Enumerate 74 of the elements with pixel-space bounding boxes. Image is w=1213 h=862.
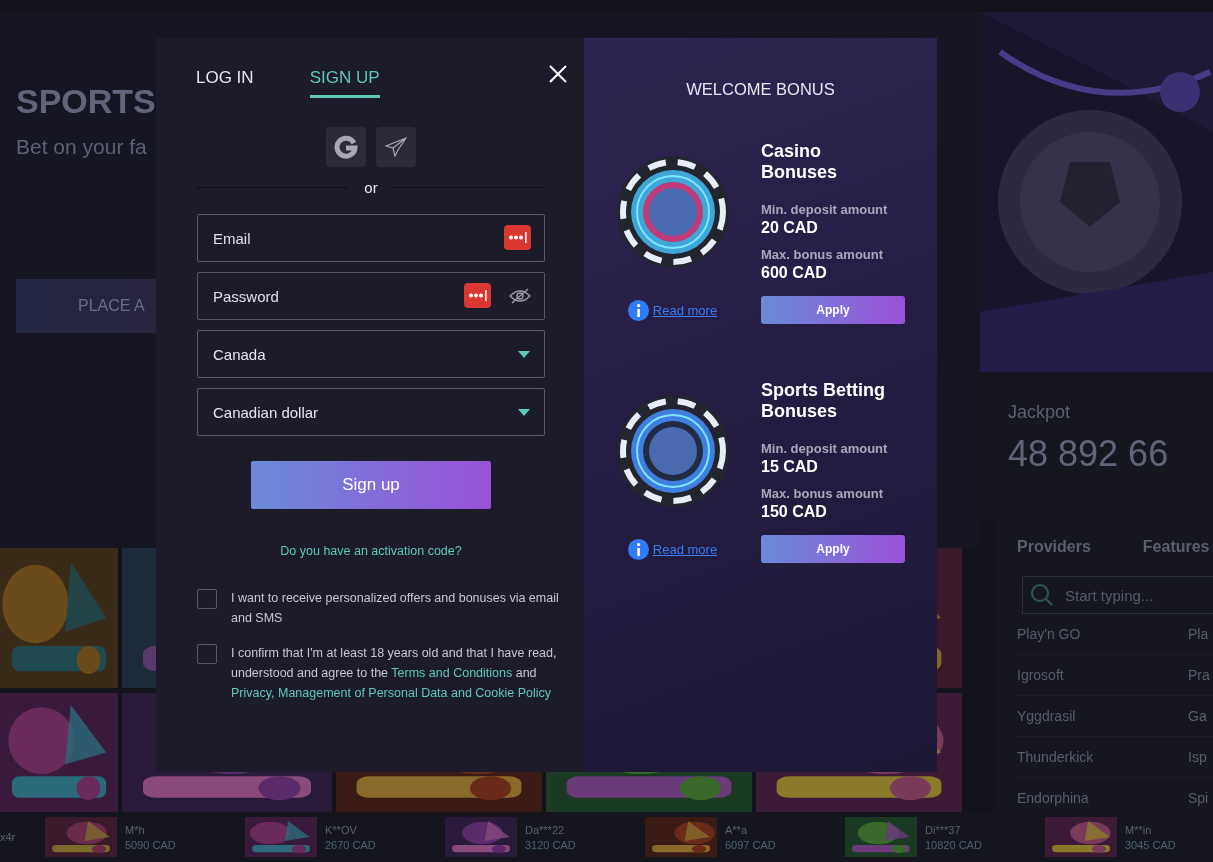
password-field[interactable]: Password xyxy=(197,272,545,320)
search-icon xyxy=(1030,583,1054,607)
provider-name[interactable]: Play'n GO xyxy=(1017,626,1188,642)
checkbox[interactable] xyxy=(197,644,217,664)
auth-tab[interactable]: SIGN UP xyxy=(309,68,380,98)
winner-name: K**OV xyxy=(325,823,358,836)
bonus-value: 20 CAD xyxy=(761,219,819,237)
provider-name[interactable]: Thunderkick xyxy=(1017,749,1188,765)
jackpot-amount: 48 892 66 xyxy=(1008,433,1170,475)
policy-link[interactable]: Privacy, Management of Personal Data and Cookie Policy xyxy=(231,686,552,700)
search-field[interactable]: Start typing... xyxy=(1022,576,1213,614)
bonus-label: Min. deposit amount xyxy=(761,441,889,456)
win-amount: 10820 CAD xyxy=(925,838,982,851)
win-amount: 3045 CAD xyxy=(1125,838,1176,851)
win-amount: 2670 CAD xyxy=(325,838,376,851)
filter-tab[interactable]: Providers xyxy=(1017,538,1091,556)
winner-name: A**a xyxy=(725,823,749,836)
dots-icon[interactable] xyxy=(464,283,491,308)
telegram-login-button[interactable] xyxy=(376,127,416,167)
caret-icon xyxy=(518,350,530,358)
win-amount: 3120 CAD xyxy=(525,838,576,851)
dropdown-field[interactable]: Canadian dollar xyxy=(197,388,545,436)
info-icon xyxy=(627,538,649,560)
win-amount: 5090 CAD xyxy=(125,838,176,851)
divider-label: or xyxy=(364,179,378,196)
bonus-label: Max. bonus amount xyxy=(761,247,885,262)
policy-link[interactable]: Terms and Conditions xyxy=(391,666,513,680)
bonus-title: Casino Bonuses xyxy=(761,141,839,183)
bonus-value: 150 CAD xyxy=(761,503,828,521)
consent-text: I want to receive personalized offers and bonuses via email and SMS xyxy=(231,590,560,627)
read-more-link[interactable]: Read more xyxy=(652,541,718,557)
winner-name: Da***22 xyxy=(525,823,566,836)
g-login-button[interactable] xyxy=(326,127,366,167)
paper-plane-icon xyxy=(385,137,407,157)
bonus-label: Min. deposit amount xyxy=(761,202,889,217)
g-icon xyxy=(334,135,358,159)
jackpot-label: Jackpot xyxy=(1008,402,1072,423)
welcome-bonus-title: WELCOME BONUS xyxy=(685,80,836,99)
read-more-link[interactable]: Read more xyxy=(652,302,718,318)
eye-slash-icon[interactable] xyxy=(509,287,531,304)
hero-title: SPORTS xyxy=(16,82,156,121)
bet-button[interactable]: PLACE A xyxy=(16,279,156,333)
winner-name: M*h xyxy=(125,823,146,836)
winner-name: M**in xyxy=(1125,823,1153,836)
provider-name[interactable]: Pla xyxy=(1188,626,1213,642)
winner-name: Di***37 xyxy=(925,823,962,836)
provider-name[interactable]: Igrosoft xyxy=(1017,667,1188,683)
dots-icon[interactable] xyxy=(504,225,531,250)
filter-tab[interactable]: Features xyxy=(1142,538,1210,556)
provider-name[interactable]: Pra xyxy=(1188,667,1213,683)
provider-name[interactable]: Yggdrasil xyxy=(1017,708,1188,724)
bonus-value: 15 CAD xyxy=(761,458,819,476)
hero-subtitle: Bet on your fa xyxy=(16,135,147,159)
apply-button[interactable]: Apply xyxy=(761,296,905,324)
apply-button[interactable]: Apply xyxy=(761,535,905,563)
caret-icon xyxy=(518,408,530,416)
provider-name[interactable]: Isp xyxy=(1188,749,1213,765)
bonus-title: Sports Betting Bonuses xyxy=(761,380,886,422)
info-icon xyxy=(627,299,649,321)
win-amount: 6097 CAD xyxy=(725,838,776,851)
close-icon[interactable] xyxy=(548,64,568,84)
consent-text: I confirm that I'm at least 18 years old and that I have read, understood and agree to the Terms and Conditions and Privacy, Management of Personal Data and Cookie Policy xyxy=(231,645,558,702)
provider-name[interactable]: Spi xyxy=(1188,790,1213,806)
email-field[interactable]: Email xyxy=(197,214,545,262)
provider-name[interactable]: Endorphina xyxy=(1017,790,1188,806)
bonus-value: 600 CAD xyxy=(761,264,828,282)
activation-code-link[interactable]: Do you have an activation code? xyxy=(280,544,462,558)
auth-tab[interactable]: LOG IN xyxy=(196,68,254,98)
provider-name[interactable]: Ga xyxy=(1188,708,1213,724)
sign-up-button[interactable]: Sign up xyxy=(251,461,491,509)
checkbox[interactable] xyxy=(197,589,217,609)
dropdown-field[interactable]: Canada xyxy=(197,330,545,378)
winner-name: x4r xyxy=(0,831,16,843)
bonus-label: Max. bonus amount xyxy=(761,486,885,501)
